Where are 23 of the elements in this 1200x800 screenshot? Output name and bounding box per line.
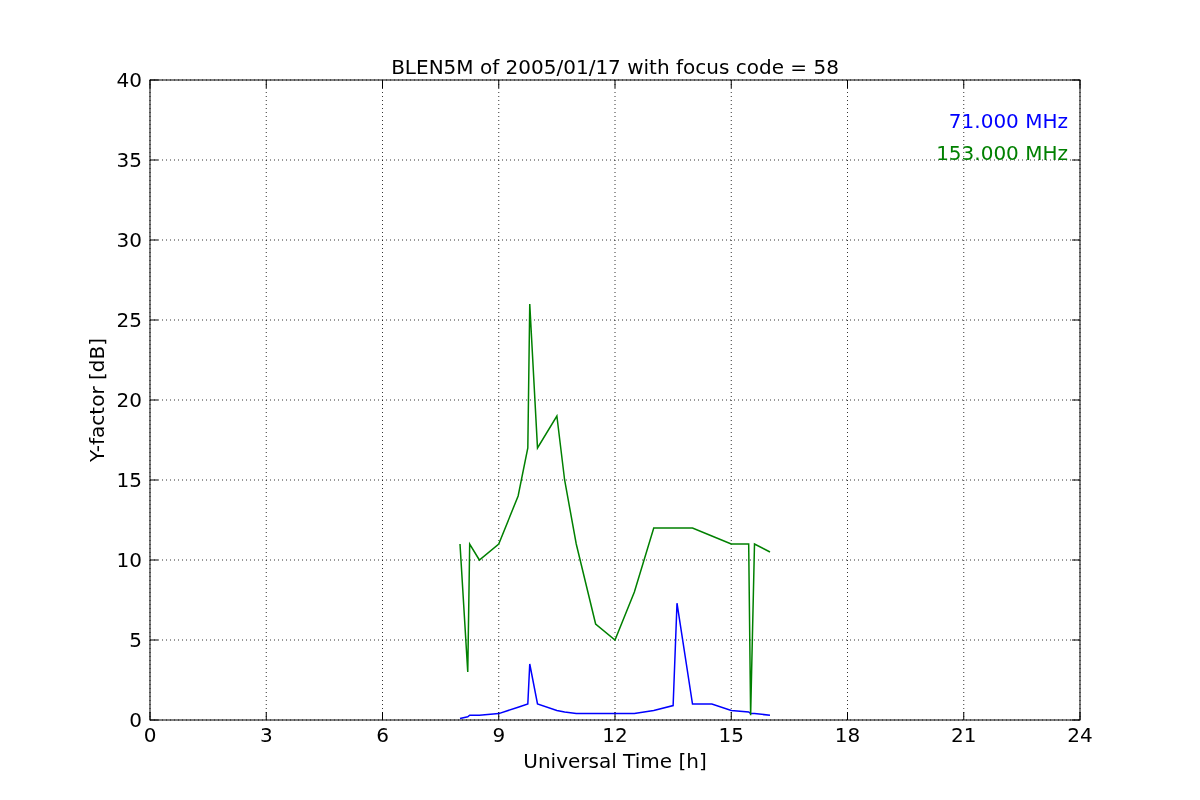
y-tick-label: 30: [116, 228, 142, 252]
x-tick-label: 24: [1067, 723, 1093, 747]
x-tick-label: 12: [602, 723, 628, 747]
chart-title: BLEN5M of 2005/01/17 with focus code = 58: [391, 55, 839, 79]
x-tick-label: 9: [492, 723, 506, 747]
y-tick-label: 40: [116, 68, 142, 92]
x-tick-label: 6: [376, 723, 389, 747]
y-tick-label: 0: [129, 708, 142, 732]
legend-label: 153.000 MHz: [936, 141, 1068, 165]
x-tick-label: 18: [834, 723, 861, 747]
y-tick-label: 5: [129, 628, 142, 652]
x-axis-label: Universal Time [h]: [523, 749, 707, 773]
x-tick-label: 15: [718, 723, 744, 747]
legend-label: 71.000 MHz: [948, 109, 1068, 133]
y-axis-label: Y-factor [dB]: [85, 338, 109, 462]
y-tick-label: 25: [116, 308, 142, 332]
x-tick-label: 21: [951, 723, 977, 747]
y-tick-label: 20: [116, 388, 142, 412]
x-tick-label: 0: [143, 723, 157, 747]
y-tick-label: 15: [116, 468, 142, 492]
x-tick-label: 3: [259, 723, 273, 747]
y-tick-label: 35: [116, 148, 142, 172]
y-tick-label: 10: [116, 548, 142, 572]
